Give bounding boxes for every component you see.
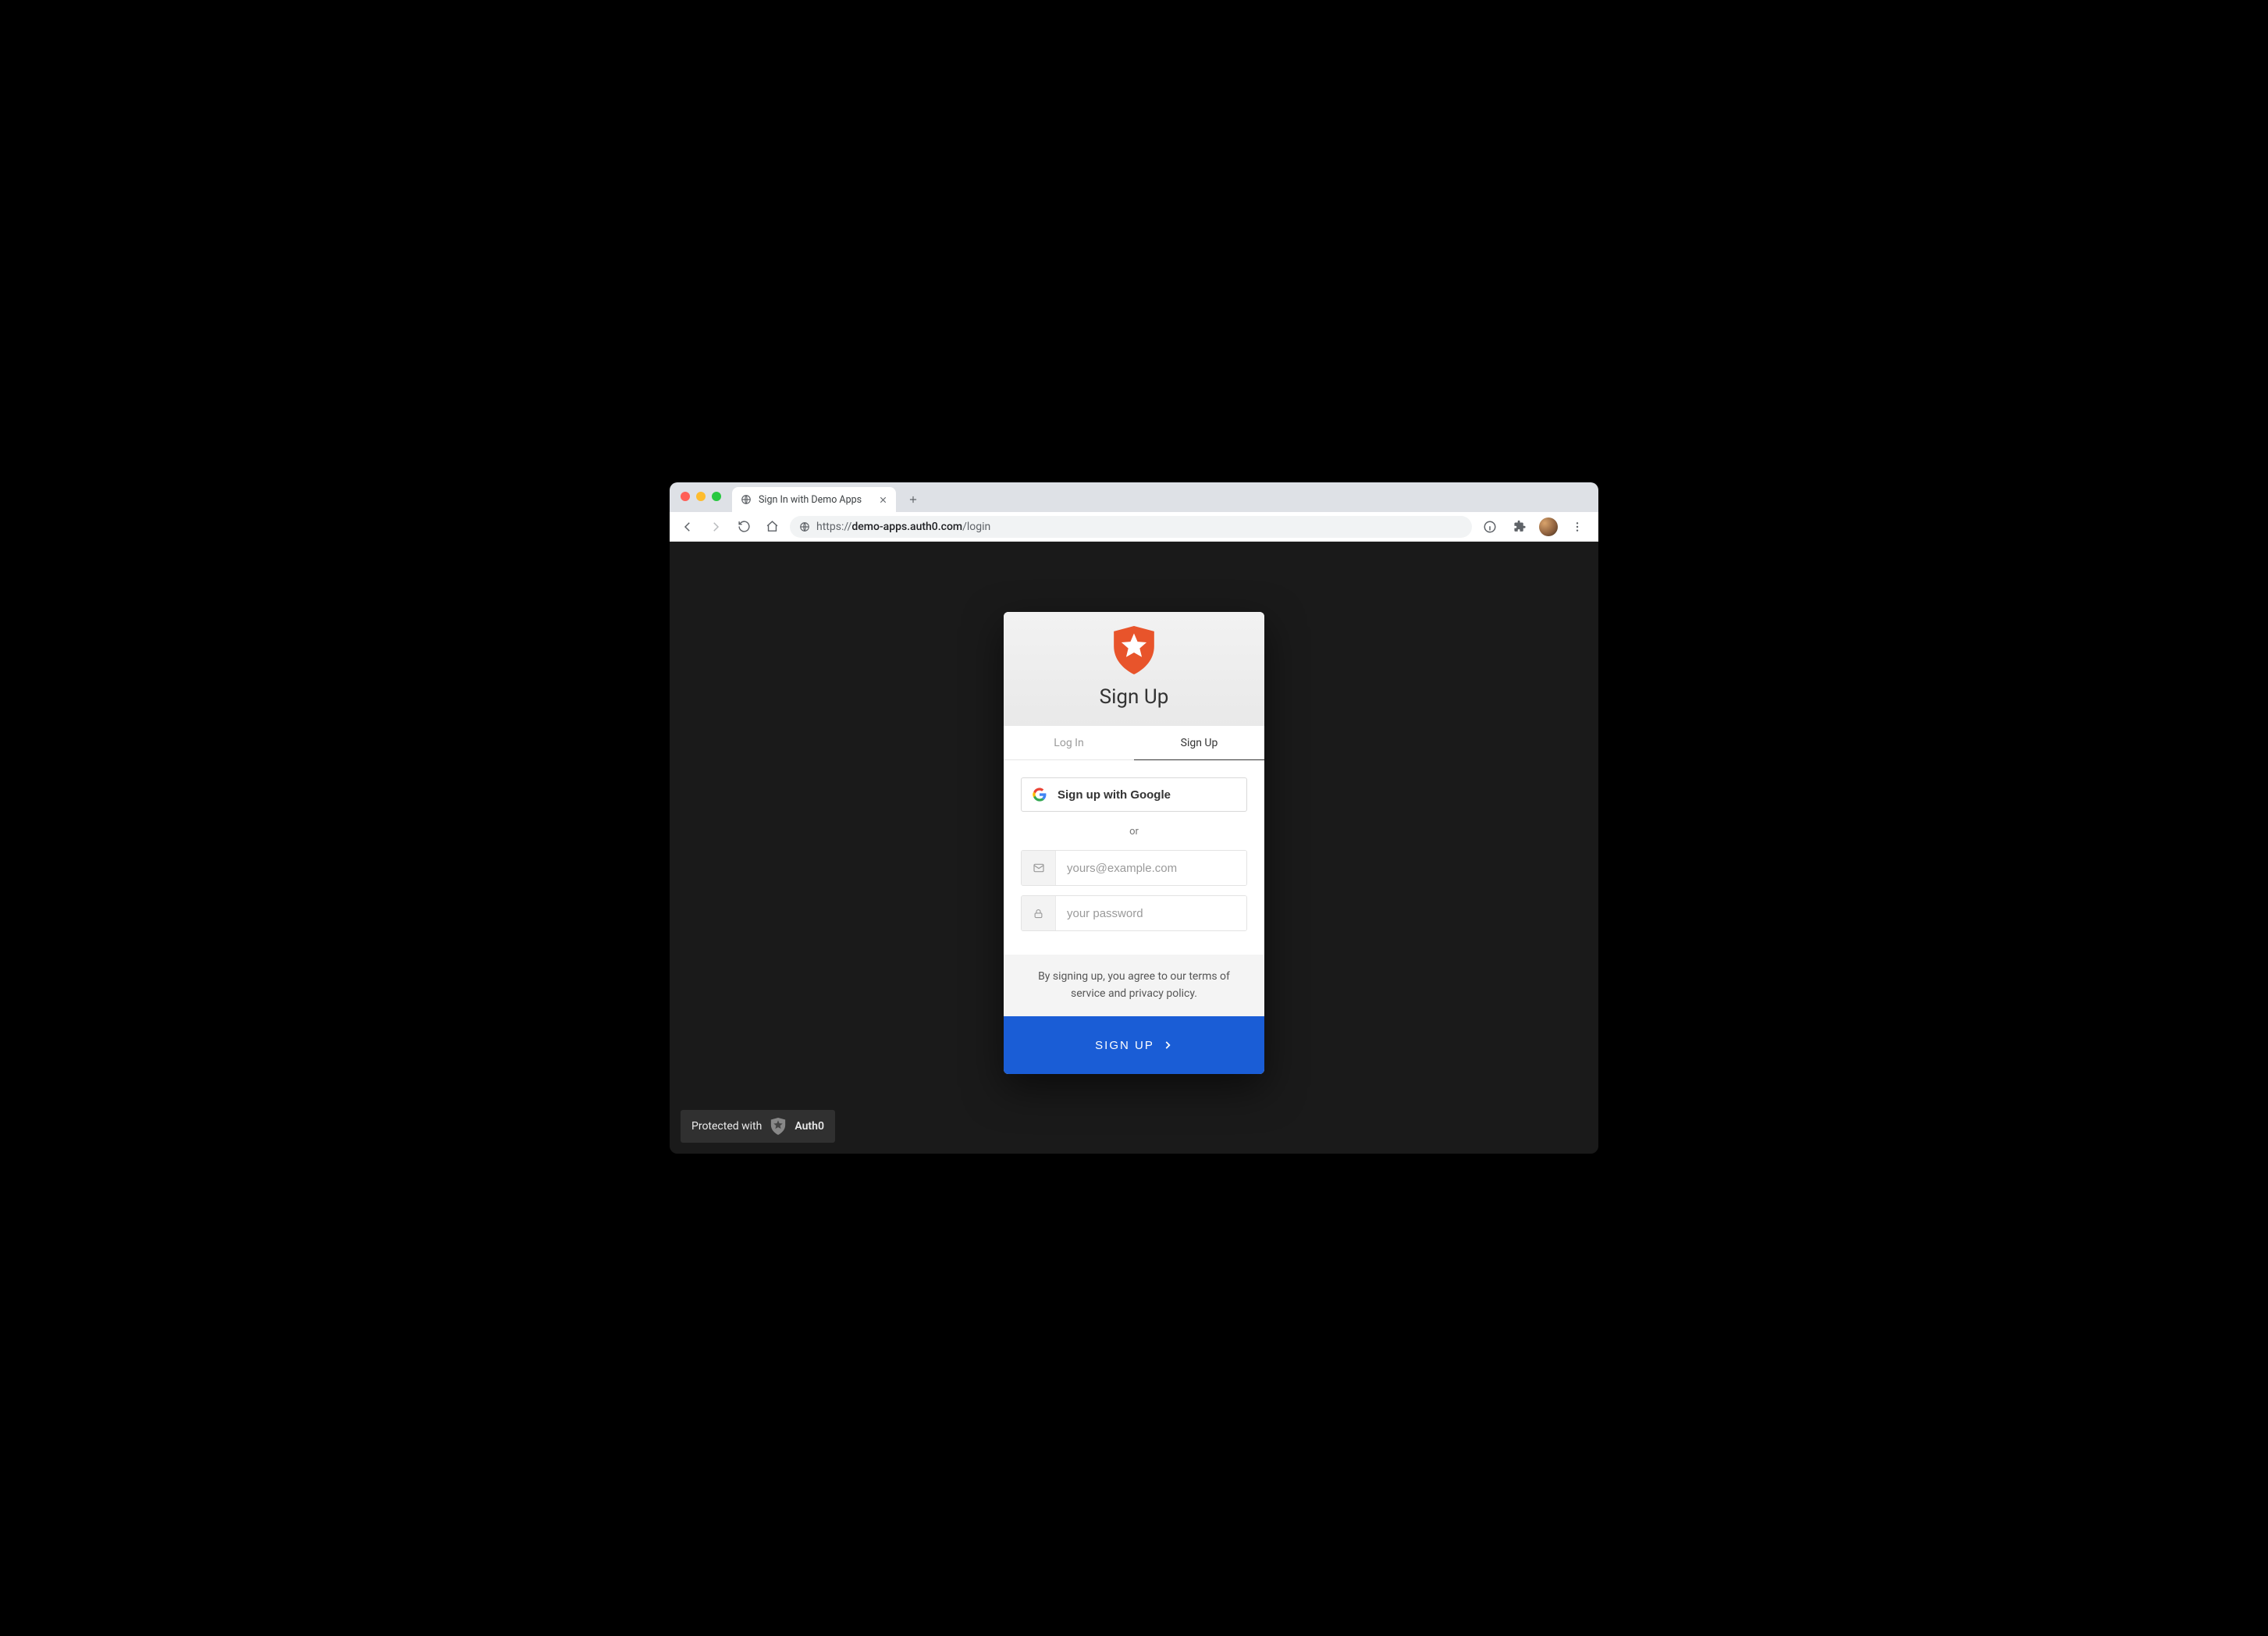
auth0-badge-icon bbox=[770, 1118, 787, 1135]
browser-tab[interactable]: Sign In with Demo Apps bbox=[732, 487, 896, 512]
lock-icon bbox=[1022, 896, 1056, 930]
menu-button[interactable] bbox=[1567, 517, 1587, 537]
home-button[interactable] bbox=[762, 517, 782, 537]
chevron-right-icon bbox=[1162, 1040, 1173, 1051]
dialog-header: Sign Up bbox=[1004, 612, 1264, 726]
auth-tabs: Log In Sign Up bbox=[1004, 726, 1264, 760]
password-input[interactable] bbox=[1056, 896, 1246, 930]
submit-label: SIGN UP bbox=[1095, 1039, 1154, 1052]
badge-brand: Auth0 bbox=[795, 1120, 824, 1133]
info-icon[interactable] bbox=[1480, 517, 1500, 537]
close-tab-button[interactable] bbox=[877, 494, 888, 505]
close-window-button[interactable] bbox=[681, 492, 690, 501]
terms-text: By signing up, you agree to our terms of… bbox=[1004, 955, 1264, 1016]
forward-button[interactable] bbox=[706, 517, 726, 537]
reload-button[interactable] bbox=[734, 517, 754, 537]
auth0-shield-icon bbox=[1112, 626, 1156, 674]
minimize-window-button[interactable] bbox=[696, 492, 706, 501]
extensions-icon[interactable] bbox=[1509, 517, 1530, 537]
email-field-wrapper bbox=[1021, 850, 1247, 886]
back-button[interactable] bbox=[677, 517, 698, 537]
password-field-wrapper bbox=[1021, 895, 1247, 931]
badge-prefix: Protected with bbox=[691, 1120, 762, 1133]
maximize-window-button[interactable] bbox=[712, 492, 721, 501]
tab-signup[interactable]: Sign Up bbox=[1134, 726, 1264, 759]
email-input[interactable] bbox=[1056, 851, 1246, 885]
toolbar-right bbox=[1480, 517, 1591, 537]
email-icon bbox=[1022, 851, 1056, 885]
url-text: https://demo-apps.auth0.com/login bbox=[816, 521, 990, 533]
dialog-body: Sign up with Google or bbox=[1004, 760, 1264, 955]
google-icon bbox=[1033, 788, 1047, 802]
address-bar[interactable]: https://demo-apps.auth0.com/login bbox=[790, 516, 1472, 538]
window-controls bbox=[681, 492, 721, 501]
globe-icon bbox=[740, 493, 752, 506]
dialog-title: Sign Up bbox=[1011, 685, 1257, 709]
tab-login[interactable]: Log In bbox=[1004, 726, 1134, 759]
titlebar: Sign In with Demo Apps bbox=[670, 482, 1598, 512]
divider-text: or bbox=[1021, 826, 1247, 838]
google-signup-button[interactable]: Sign up with Google bbox=[1021, 777, 1247, 812]
new-tab-button[interactable] bbox=[902, 489, 924, 510]
browser-toolbar: https://demo-apps.auth0.com/login bbox=[670, 512, 1598, 542]
signup-submit-button[interactable]: SIGN UP bbox=[1004, 1016, 1264, 1074]
page-content: Sign Up Log In Sign Up Sign bbox=[670, 542, 1598, 1154]
google-signup-label: Sign up with Google bbox=[1058, 788, 1171, 802]
browser-window: Sign In with Demo Apps https://dem bbox=[670, 482, 1598, 1154]
profile-avatar[interactable] bbox=[1539, 517, 1558, 536]
auth-dialog: Sign Up Log In Sign Up Sign bbox=[1004, 612, 1264, 1074]
protected-with-badge[interactable]: Protected with Auth0 bbox=[681, 1110, 835, 1143]
tab-title: Sign In with Demo Apps bbox=[759, 494, 871, 506]
site-info-icon[interactable] bbox=[799, 521, 810, 532]
